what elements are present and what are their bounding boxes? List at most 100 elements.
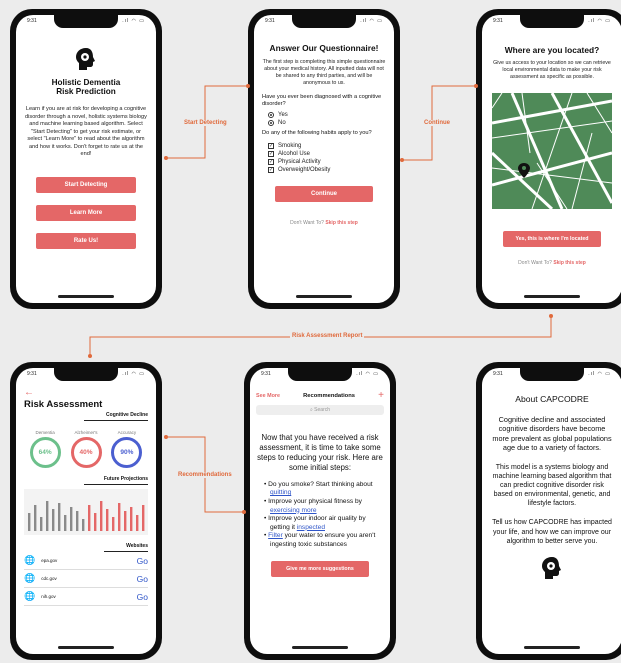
home-indicator [58,295,114,298]
rec-intro: Now that you have received a risk assess… [257,433,383,472]
ring-accuracy: Accuracy 90% [107,430,147,468]
projection-bar [64,515,67,531]
projection-bar [124,511,127,531]
app-title-line2: Risk Prediction [56,87,116,96]
globe-icon: 🌐 [24,591,36,601]
site-row-epa[interactable]: 🌐 epa.gov Go [24,552,148,570]
globe-icon: 🌐 [24,573,36,583]
radio-no[interactable]: No [268,120,386,127]
radio-yes[interactable]: Yes [268,112,386,119]
location-map[interactable] [492,93,612,210]
site-name: cdc.gov [41,576,57,581]
ring-label: Accuracy [117,430,137,435]
habit-checkbox-alcohol[interactable]: ✓ Alcohol Use [268,150,386,157]
about-p1: Cognitive decline and associated cogniti… [492,415,612,453]
rec-bullet-air: • Improve your indoor air quality by get… [264,515,366,531]
projection-bar [82,519,85,531]
skip-prefix: Don't Want To? [290,219,324,226]
rate-us-button[interactable]: Rate Us! [36,232,136,249]
ring-label: Alzheimer's [74,430,98,435]
projection-bar [46,501,49,531]
status-time: 9:31 [27,18,37,24]
projection-bar [52,509,55,531]
phone-recommendations: 9:31 .ıl ◠ ▭ See More Recommendations + … [244,362,396,660]
flow-label-risk-report: Risk Assessment Report [290,333,365,339]
start-detecting-button[interactable]: Start Detecting [36,176,136,193]
site-name: epa.gov [41,558,58,563]
skip-row: Don't Want To? Skip this step [262,220,386,226]
rec-bullet-fitness: • Improve your physical fitness by exerc… [264,498,362,514]
home-indicator [58,646,114,649]
habit-checkbox-obesity[interactable]: ✓ Overweight/Obesity [268,166,386,173]
habit-label: Alcohol Use [278,150,311,157]
site-row-nih[interactable]: 🌐 nih.gov Go [24,588,148,606]
projection-bar [70,507,73,531]
go-link[interactable]: Go [137,574,148,584]
projection-bar [136,515,139,531]
skip-link[interactable]: Skip this step [553,260,586,266]
status-icons: .ıl ◠ ▭ [588,18,611,24]
question-diagnosed: Have you ever been diagnosed with a cogn… [262,93,382,107]
checkbox-icon: ✓ [268,166,274,173]
globe-icon: 🌐 [24,555,36,565]
location-text: Give us access to your location so we ca… [493,60,611,81]
projection-bar [106,509,109,531]
add-button[interactable]: + [378,390,384,401]
habit-checkbox-activity[interactable]: ✓ Physical Activity [268,158,386,165]
section-websites: Websites [126,543,148,549]
rec-bullet-water: • Filter your water to ensure you aren't… [264,532,376,548]
habit-label: Physical Activity [278,158,321,165]
learn-more-button[interactable]: Learn More [36,204,136,221]
go-link[interactable]: Go [137,556,148,566]
back-arrow-icon[interactable]: ← [24,387,148,398]
exercising-link[interactable]: exercising more [270,507,317,514]
ring-alzheimers: Alzheimer's 40% [66,430,106,468]
status-icons: .ıl ◠ ▭ [588,371,611,377]
search-placeholder: Search [314,407,331,413]
more-suggestions-button[interactable]: Give me more suggestions [271,561,369,578]
status-icons: .ıl ◠ ▭ [122,18,145,24]
habit-checkbox-smoking[interactable]: ✓ Smoking [268,142,386,149]
bullet-text: Improve your physical fitness by [268,498,362,505]
skip-link[interactable]: Skip this step [325,220,358,226]
habit-label: Overweight/Obesity [278,166,331,173]
site-name: nih.gov [41,594,56,599]
site-row-cdc[interactable]: 🌐 cdc.gov Go [24,570,148,588]
search-input[interactable]: ⌕ Search [256,405,384,415]
rec-header: See More Recommendations + [256,390,384,401]
projection-bar [94,513,97,531]
confirm-location-button[interactable]: Yes, this is where I'm located [503,231,601,248]
status-time: 9:31 [27,371,37,377]
search-icon: ⌕ [309,407,313,413]
inspected-link[interactable]: inspected [297,524,325,531]
questionnaire-title: Answer Our Questionnaire! [269,43,379,53]
risk-title: Risk Assessment [24,399,103,410]
phone-risk-assessment: 9:31 .ıl ◠ ▭ ← Risk Assessment Cognitive… [10,362,162,660]
status-time: 9:31 [265,18,275,24]
section-cognitive-decline: Cognitive Decline [106,412,148,418]
home-indicator [524,295,580,298]
see-more-link[interactable]: See More [256,393,280,399]
filter-link[interactable]: Filter [268,532,283,539]
skip-prefix: Don't Want To? [518,260,552,267]
quitting-link[interactable]: quitting [270,489,291,496]
location-title: Where are you located? [504,45,600,55]
status-icons: .ıl ◠ ▭ [360,18,383,24]
go-link[interactable]: Go [137,592,148,602]
home-indicator [296,295,352,298]
section-future-projections: Future Projections [103,476,148,482]
rec-bullet-smoking: • Do you smoke? Start thinking about qui… [264,480,373,497]
app-title-line1: Holistic Dementia [51,78,121,87]
projection-bar [112,517,115,531]
flow-label-continue: Continue [422,120,452,126]
radio-no-icon [268,120,274,127]
radio-yes-icon [268,112,274,119]
continue-button[interactable]: Continue [275,185,373,202]
status-icons: .ıl ◠ ▭ [122,371,145,377]
status-time: 9:31 [493,18,503,24]
brain-gear-icon [542,556,561,579]
projection-bar [142,505,145,531]
about-p2: This model is a systems biology and mach… [492,463,612,508]
ring-value: 40% [70,437,102,468]
checkbox-icon: ✓ [268,150,274,157]
